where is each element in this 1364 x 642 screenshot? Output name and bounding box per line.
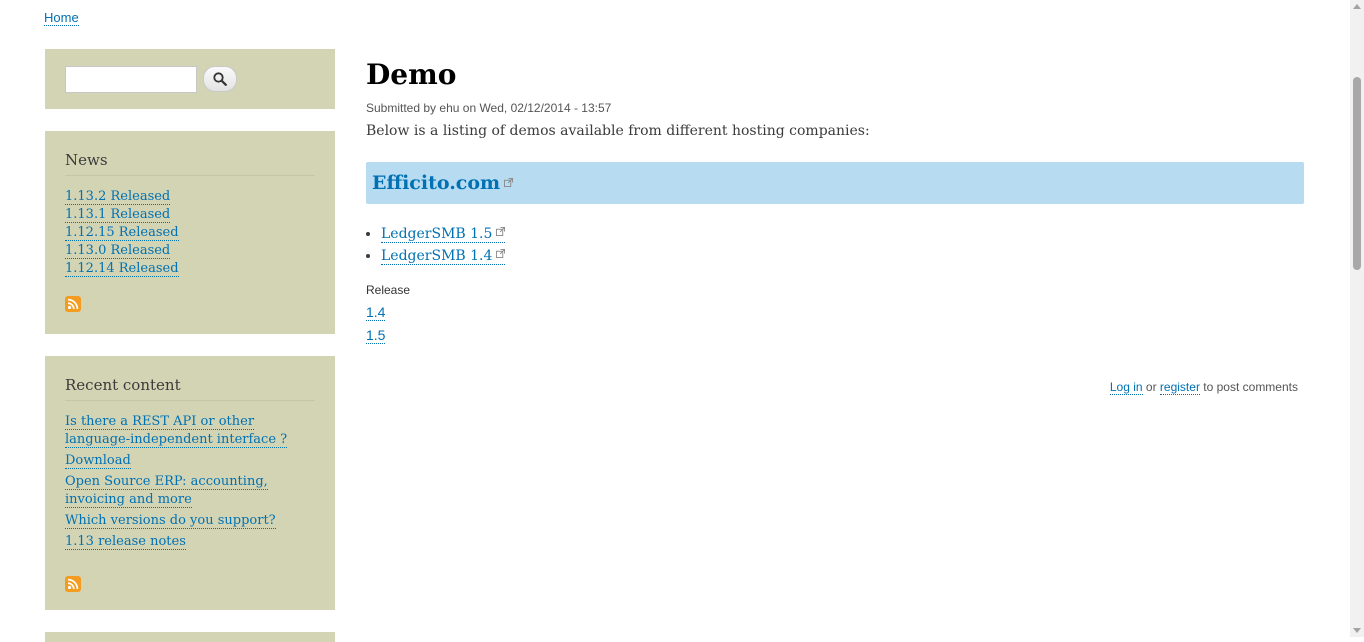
demo-link-label: LedgerSMB 1.5	[381, 226, 493, 242]
demo-link[interactable]: LedgerSMB 1.5	[381, 226, 506, 243]
release-label: Release	[366, 283, 411, 297]
release-link[interactable]: 1.4	[366, 304, 386, 321]
or-text: or	[1145, 380, 1157, 394]
submitted-date: on Wed, 02/12/2014 - 13:57	[462, 101, 612, 115]
list-item: 1.13.0 Released	[65, 242, 315, 260]
news-link[interactable]: 1.12.14 Released	[65, 261, 179, 277]
sidebar: News 1.13.2 Released 1.13.1 Released 1.1…	[45, 49, 335, 642]
submitted-line: Submitted by ehu on Wed, 02/12/2014 - 13…	[366, 101, 1304, 115]
list-item: Is there a REST API or other language-in…	[65, 413, 315, 449]
external-link-icon	[496, 227, 506, 236]
intro-text: Below is a listing of demos available fr…	[366, 123, 870, 139]
list-item: LedgerSMB 1.5	[381, 223, 1304, 245]
list-item: Open Source ERP: accounting, invoicing a…	[65, 473, 315, 509]
news-list: 1.13.2 Released 1.13.1 Released 1.12.15 …	[65, 188, 315, 278]
post-comments-text: to post comments	[1203, 380, 1298, 394]
news-block: News 1.13.2 Released 1.13.1 Released 1.1…	[45, 131, 335, 334]
demo-list: LedgerSMB 1.5 LedgerSMB 1.4	[366, 223, 1304, 267]
breadcrumb: Home	[44, 10, 79, 26]
scrollbar-thumb[interactable]	[1353, 77, 1361, 270]
release-links: 1.4 1.5	[366, 301, 1304, 347]
comment-login-line: Log in or register to post comments	[1109, 380, 1298, 395]
news-link[interactable]: 1.13.1 Released	[65, 207, 171, 223]
main-content: Demo Submitted by ehu on Wed, 02/12/2014…	[366, 58, 1304, 395]
submitted-prefix: Submitted by	[366, 101, 437, 115]
page-title: Demo	[366, 58, 457, 91]
list-item: Which versions do you support?	[65, 512, 315, 530]
scroll-up-icon[interactable]	[1353, 4, 1361, 9]
scroll-down-icon[interactable]	[1353, 628, 1361, 633]
search-input[interactable]	[65, 65, 197, 93]
provider-header: Efficito.com	[366, 162, 1304, 204]
rss-feed-icon[interactable]	[65, 296, 81, 312]
demo-link[interactable]: LedgerSMB 1.4	[381, 248, 506, 265]
author-name: ehu	[439, 101, 460, 115]
recent-content-title: Recent content	[65, 376, 315, 401]
rss-feed-icon[interactable]	[65, 576, 81, 592]
release-link[interactable]: 1.5	[366, 327, 386, 344]
list-item: 1.13.2 Released	[65, 188, 315, 206]
external-link-icon	[496, 249, 506, 258]
vertical-scrollbar[interactable]	[1350, 0, 1364, 637]
login-link[interactable]: Log in	[1109, 380, 1143, 395]
external-link-icon	[504, 178, 514, 187]
provider-link[interactable]: Efficito.com	[372, 172, 514, 194]
news-title: News	[65, 151, 315, 176]
search-block	[45, 49, 335, 109]
search-button[interactable]	[203, 66, 237, 92]
list-item: 1.13.1 Released	[65, 206, 315, 224]
recent-content-block: Recent content Is there a REST API or ot…	[45, 356, 335, 610]
list-item: 1.13 release notes	[65, 533, 315, 551]
list-item: 1.12.14 Released	[65, 260, 315, 278]
recent-link[interactable]: Download	[65, 453, 131, 469]
breadcrumb-home-link[interactable]: Home	[44, 10, 79, 26]
recent-link[interactable]: 1.13 release notes	[65, 534, 186, 550]
news-link[interactable]: 1.13.0 Released	[65, 243, 171, 259]
recent-link[interactable]: Which versions do you support?	[65, 513, 276, 529]
news-link[interactable]: 1.12.15 Released	[65, 225, 179, 241]
search-icon	[213, 72, 227, 86]
next-sidebar-block	[45, 632, 335, 642]
list-item: LedgerSMB 1.4	[381, 245, 1304, 267]
recent-link[interactable]: Is there a REST API or other language-in…	[65, 414, 288, 448]
register-link[interactable]: register	[1159, 380, 1200, 395]
news-link[interactable]: 1.13.2 Released	[65, 189, 171, 205]
recent-content-list: Is there a REST API or other language-in…	[65, 413, 315, 551]
list-item: Download	[65, 452, 315, 470]
provider-name: Efficito.com	[372, 172, 501, 194]
demo-link-label: LedgerSMB 1.4	[381, 248, 493, 264]
list-item: 1.12.15 Released	[65, 224, 315, 242]
recent-link[interactable]: Open Source ERP: accounting, invoicing a…	[65, 474, 268, 508]
